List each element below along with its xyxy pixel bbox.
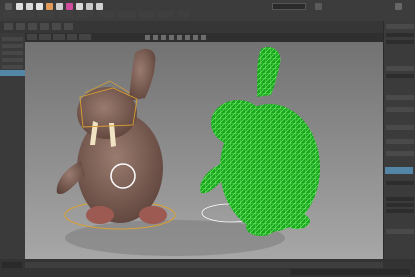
shelf-tab[interactable] [28, 23, 37, 30]
shelf-tab[interactable] [40, 23, 49, 30]
menu-deform[interactable] [158, 11, 174, 18]
vp-menu-renderer[interactable] [79, 34, 91, 40]
vp-menu-lighting[interactable] [53, 34, 65, 40]
shelf-tab[interactable] [52, 23, 61, 30]
menu-mesh[interactable] [139, 11, 155, 18]
outliner-selected-item[interactable] [0, 70, 25, 76]
user-icon[interactable] [395, 3, 402, 10]
outliner-item[interactable] [2, 51, 23, 55]
move-tool-icon[interactable] [26, 3, 33, 10]
attr-section[interactable] [386, 125, 414, 130]
viewport-toolbar [25, 33, 383, 42]
outliner-item[interactable] [2, 58, 23, 62]
attr-section[interactable] [386, 229, 414, 234]
shelf [0, 21, 415, 33]
vp-menu-show[interactable] [67, 34, 77, 40]
playback-controls[interactable] [290, 269, 410, 275]
menu-file[interactable] [3, 11, 17, 18]
attr-field[interactable] [386, 209, 414, 213]
attr-field[interactable] [386, 203, 414, 207]
scale-tool-icon[interactable] [46, 3, 53, 10]
attr-section[interactable] [386, 66, 414, 71]
outliner-item[interactable] [2, 44, 23, 48]
shelf-tab[interactable] [4, 23, 13, 30]
attr-field[interactable] [386, 40, 414, 44]
grid-icon[interactable] [153, 35, 158, 40]
shelf-tab[interactable] [16, 23, 25, 30]
outliner-item[interactable] [2, 65, 23, 69]
isolate-icon[interactable] [201, 35, 206, 40]
attr-section[interactable] [386, 107, 414, 112]
ipr-tool-icon[interactable] [76, 3, 83, 10]
attr-field[interactable] [386, 181, 414, 185]
snap-tool-icon[interactable] [56, 3, 63, 10]
menu-select[interactable] [58, 11, 74, 18]
range-start-field[interactable] [2, 262, 22, 268]
menu-display[interactable] [97, 11, 115, 18]
status-toolbar [0, 0, 415, 21]
texture-icon[interactable] [177, 35, 182, 40]
rotate-tool-icon[interactable] [36, 3, 43, 10]
menu-create[interactable] [37, 11, 55, 18]
outliner-item[interactable] [2, 37, 23, 41]
menu-help[interactable] [177, 11, 189, 18]
layout-tool-icon[interactable] [96, 3, 103, 10]
attr-field[interactable] [386, 197, 414, 201]
viewport-canvas[interactable] [25, 33, 383, 259]
workspace-icon[interactable] [315, 3, 322, 10]
mode-icon[interactable] [5, 3, 12, 10]
time-slider[interactable] [25, 262, 383, 268]
hypershade-tool-icon[interactable] [86, 3, 93, 10]
smooth-shade-icon[interactable] [169, 35, 174, 40]
menu-windows[interactable] [118, 11, 136, 18]
3d-viewport[interactable] [25, 33, 383, 259]
menubar [0, 11, 190, 18]
outliner-panel [0, 33, 25, 259]
selected-layer-row[interactable] [385, 167, 413, 174]
maya-window [0, 0, 415, 277]
attr-section[interactable] [386, 151, 414, 156]
shadow-icon[interactable] [193, 35, 198, 40]
shelf-tab[interactable] [64, 23, 73, 30]
render-tool-icon[interactable] [66, 3, 73, 10]
attribute-editor [383, 21, 415, 259]
attr-section[interactable] [386, 95, 414, 100]
attr-section[interactable] [386, 139, 414, 144]
menu-modify[interactable] [77, 11, 94, 18]
vp-menu-view[interactable] [27, 34, 37, 40]
attr-section[interactable] [386, 24, 414, 29]
light-icon[interactable] [185, 35, 190, 40]
menu-edit[interactable] [20, 11, 34, 18]
wireframe-icon[interactable] [161, 35, 166, 40]
select-tool-icon[interactable] [16, 3, 23, 10]
vp-menu-shading[interactable] [39, 34, 51, 40]
attr-field[interactable] [386, 74, 414, 78]
attr-field[interactable] [386, 33, 414, 37]
search-input[interactable] [272, 3, 306, 10]
camera-icon[interactable] [145, 35, 150, 40]
